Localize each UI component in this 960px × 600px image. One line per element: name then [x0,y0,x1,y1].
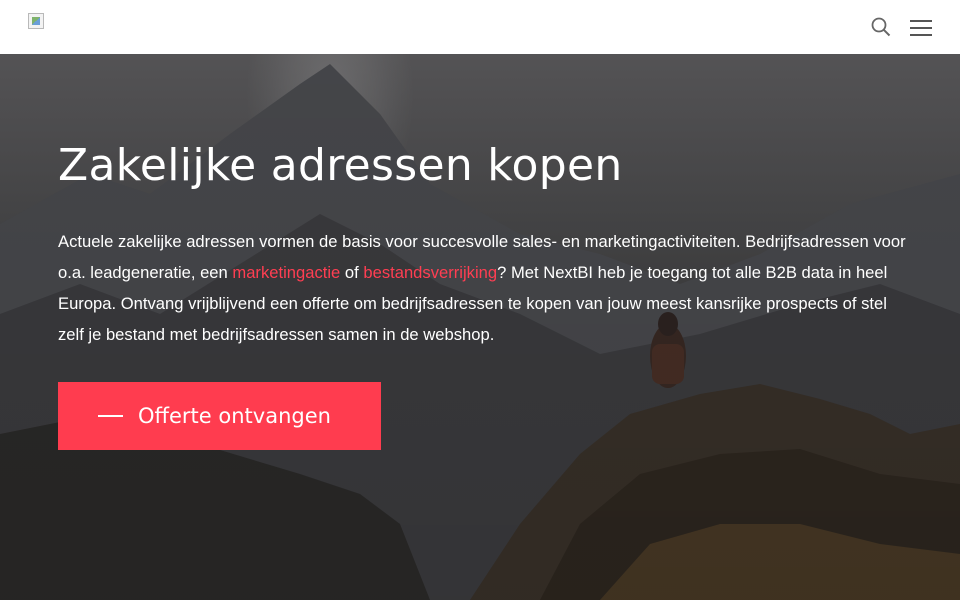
hero-text-part2: of [340,263,364,282]
hamburger-menu-icon[interactable] [908,17,932,37]
request-quote-button[interactable]: Offerte ontvangen [58,382,381,450]
hero-description: Actuele zakelijke adressen vormen de bas… [58,226,908,350]
site-header [0,0,960,54]
dash-icon [98,415,123,417]
search-icon[interactable] [870,16,892,38]
page-title: Zakelijke adressen kopen [58,140,623,191]
site-logo[interactable] [28,13,44,29]
request-quote-label: Offerte ontvangen [138,404,331,428]
bestandsverrijking-link[interactable]: bestandsverrijking [363,263,497,282]
marketingactie-link[interactable]: marketingactie [232,263,340,282]
